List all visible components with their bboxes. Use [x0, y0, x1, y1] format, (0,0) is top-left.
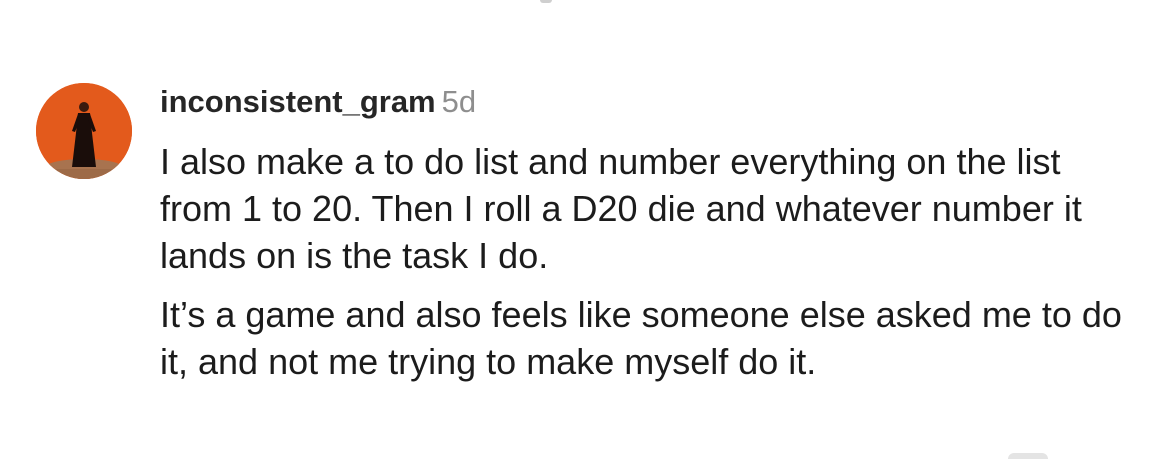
avatar[interactable] — [36, 83, 132, 179]
comment-paragraph-2: It’s a game and also feels like someone … — [160, 294, 1122, 382]
comment-timestamp: 5d — [441, 84, 477, 119]
comment-meta: inconsistent_gram 5d — [160, 80, 1140, 124]
comment-body: inconsistent_gram 5d I also make a to do … — [160, 80, 1140, 385]
username-link[interactable]: inconsistent_gram — [160, 84, 436, 119]
avatar-person-icon — [36, 83, 132, 179]
comment: inconsistent_gram 5d I also make a to do … — [36, 80, 1136, 440]
previous-item-edge — [540, 0, 552, 3]
next-item-edge — [1008, 453, 1048, 459]
comment-paragraph-1: I also make a to do list and number ever… — [160, 141, 1082, 276]
